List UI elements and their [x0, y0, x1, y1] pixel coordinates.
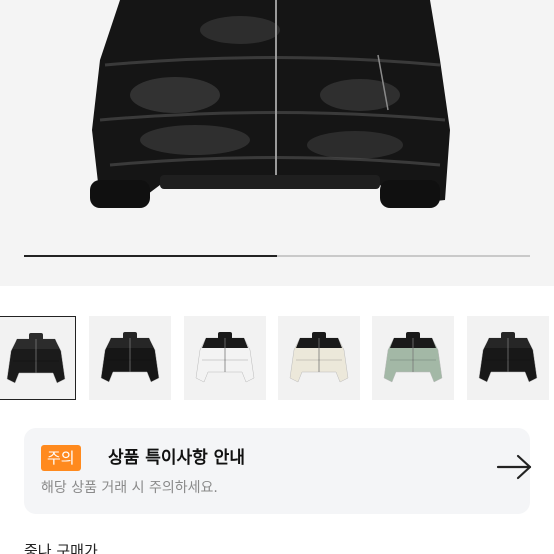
jacket-thumbnail-image — [100, 332, 160, 383]
carousel-progress — [24, 255, 530, 257]
thumb-black-2[interactable] — [467, 316, 549, 400]
thumb-sage-black[interactable] — [372, 316, 454, 400]
next-section-title: 중나 구매가 — [24, 542, 98, 554]
down-jacket-image — [90, 0, 450, 208]
jacket-thumbnail-image — [195, 332, 255, 383]
thumbnail-strip — [0, 316, 554, 400]
jacket-thumbnail-image — [289, 332, 349, 383]
jacket-thumbnail-image — [478, 332, 538, 383]
notice-title: 상품 특이사항 안내 — [108, 448, 245, 468]
jacket-thumbnail-image — [383, 332, 443, 383]
caution-badge: 주의 — [41, 445, 81, 471]
carousel-progress-fill — [24, 255, 277, 257]
thumb-white-black[interactable] — [184, 316, 266, 400]
product-notice-card[interactable]: 주의 상품 특이사항 안내 해당 상품 거래 시 주의하세요. — [24, 428, 532, 514]
thumb-cream-black[interactable] — [278, 316, 360, 400]
product-image-carousel[interactable] — [0, 0, 554, 286]
jacket-thumbnail-image — [6, 333, 66, 384]
thumb-black-shiny[interactable] — [0, 316, 76, 400]
arrow-right-icon[interactable] — [494, 452, 534, 482]
notice-subtitle: 해당 상품 거래 시 주의하세요. — [41, 480, 218, 496]
thumb-black-matte[interactable] — [89, 316, 171, 400]
